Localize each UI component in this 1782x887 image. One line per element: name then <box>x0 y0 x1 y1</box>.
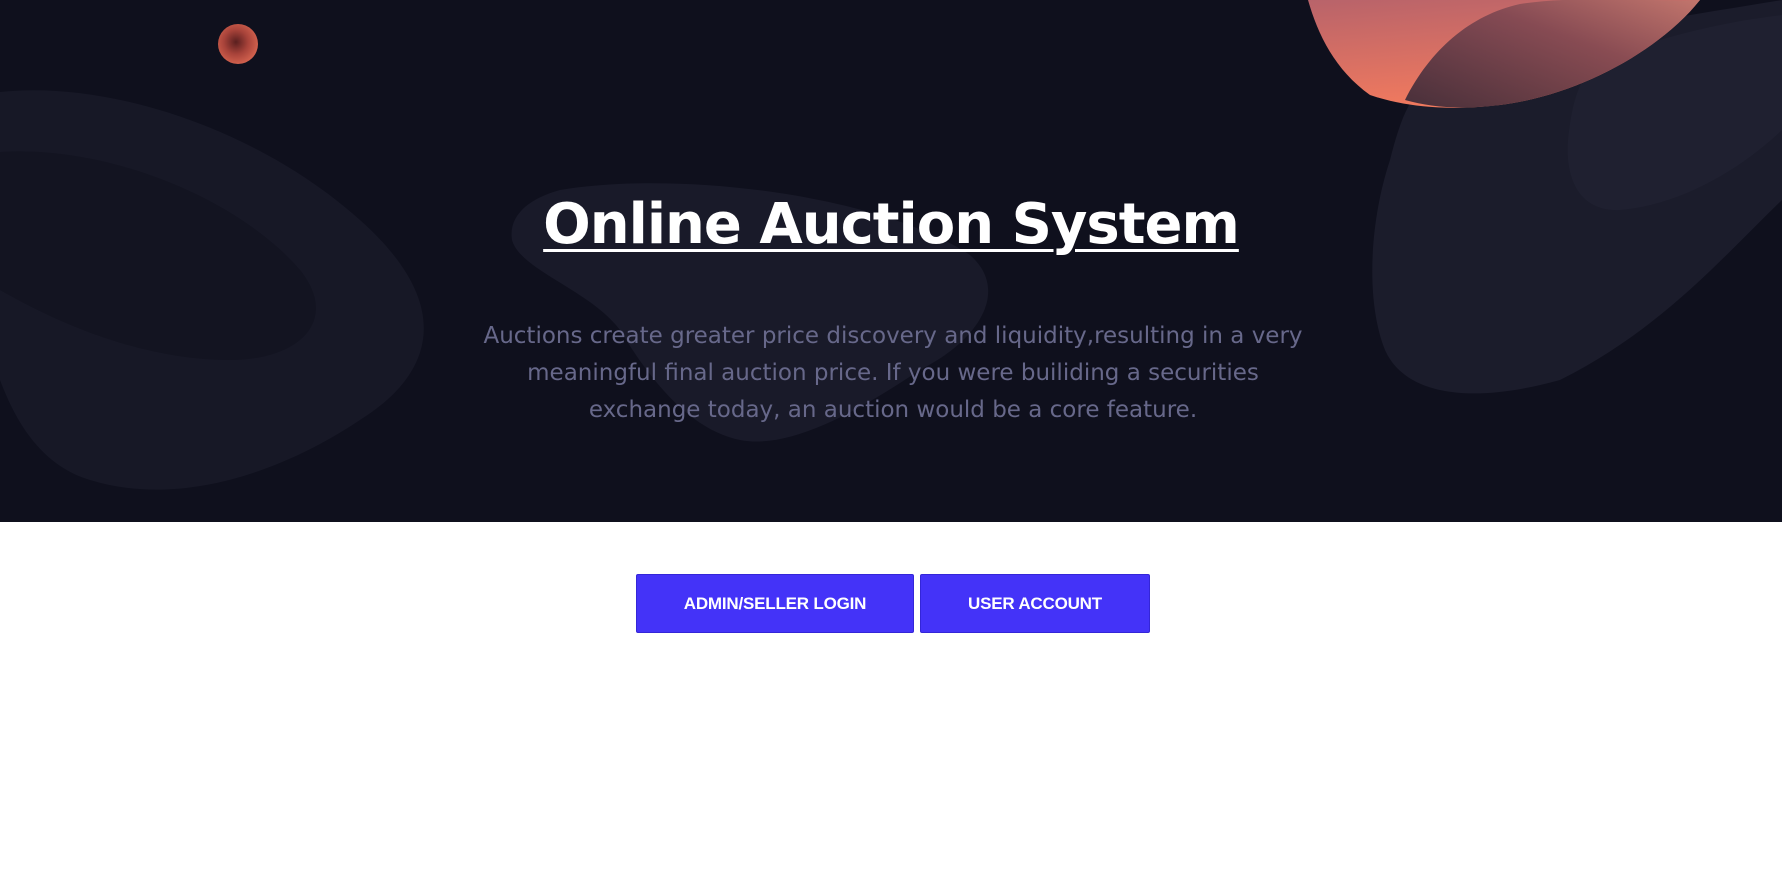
admin-seller-login-button[interactable]: ADMIN/SELLER LOGIN <box>636 574 914 633</box>
login-actions: ADMIN/SELLER LOGIN USER ACCOUNT <box>636 574 1150 633</box>
hero-content: Online Auction System Auctions create gr… <box>0 0 1782 522</box>
page-title: Online Auction System <box>543 192 1240 257</box>
user-account-button[interactable]: USER ACCOUNT <box>920 574 1150 633</box>
hero-section: Online Auction System Auctions create gr… <box>0 0 1782 522</box>
hero-description: Auctions create greater price discovery … <box>483 323 1303 423</box>
